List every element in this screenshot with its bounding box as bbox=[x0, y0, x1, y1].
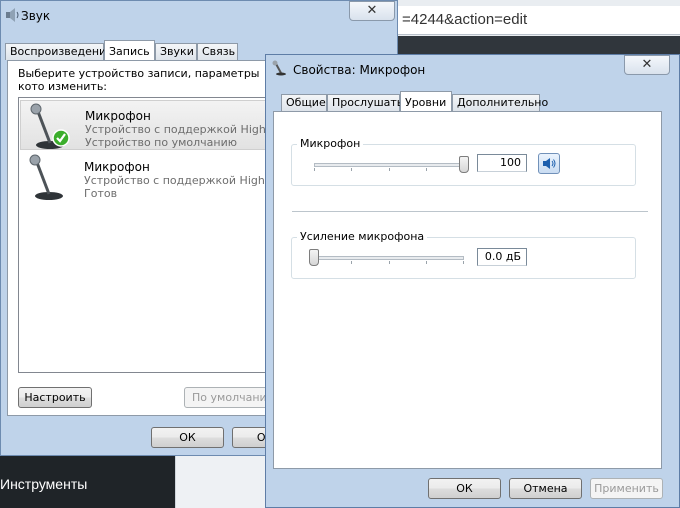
separator bbox=[292, 211, 648, 212]
configure-button[interactable]: Настроить bbox=[18, 387, 92, 408]
close-icon[interactable]: ✕ bbox=[349, 1, 395, 21]
microphone-boost-label: Усиление микрофона bbox=[297, 230, 428, 243]
browser-dark-strip bbox=[398, 36, 680, 56]
device-status: Устройство по умолчанию bbox=[85, 136, 238, 149]
slider-tick bbox=[426, 168, 427, 171]
microphone-properties-window: Свойства: Микрофон ✕ Общие Прослушать Ур… bbox=[265, 54, 680, 508]
microphone-level-label: Микрофон bbox=[297, 137, 364, 150]
sidebar-item-tools[interactable]: Инструменты bbox=[0, 476, 87, 492]
tab-advanced[interactable]: Дополнительно bbox=[452, 94, 548, 111]
speaker-icon bbox=[543, 158, 556, 169]
tab-general[interactable]: Общие bbox=[281, 94, 327, 111]
sound-window-title: Звук bbox=[21, 9, 51, 23]
address-text: =4244&action=edit bbox=[402, 11, 528, 28]
properties-apply-button[interactable]: Применить bbox=[590, 478, 663, 499]
sound-titlebar[interactable]: Звук ✕ bbox=[1, 1, 397, 31]
levels-panel: Микрофон 100 Усиление микрофона 0.0 дБ bbox=[273, 111, 662, 469]
device-name: Микрофон bbox=[84, 160, 150, 174]
properties-ok-button[interactable]: ОК bbox=[428, 478, 501, 499]
tab-communications[interactable]: Связь bbox=[197, 43, 238, 60]
mute-toggle-button[interactable] bbox=[538, 153, 560, 174]
microphone-icon bbox=[30, 103, 70, 149]
microphone-icon bbox=[29, 154, 63, 200]
tab-listen[interactable]: Прослушать bbox=[327, 94, 403, 111]
device-driver: Устройство с поддержкой High Def bbox=[84, 174, 276, 187]
recording-description: Выберите устройство записи, параметры ко… bbox=[18, 67, 260, 93]
tab-playback[interactable]: Воспроизведение bbox=[5, 43, 113, 60]
tab-sounds[interactable]: Звуки bbox=[155, 43, 197, 60]
slider-tick bbox=[351, 261, 352, 264]
microphone-level-value[interactable]: 100 bbox=[477, 154, 527, 172]
recording-device-list[interactable]: Микрофон Устройство с поддержкой High De… bbox=[18, 97, 276, 373]
device-status: Готов bbox=[84, 187, 118, 200]
device-name: Микрофон bbox=[85, 109, 151, 123]
slider-tick bbox=[351, 168, 352, 171]
microphone-boost-slider[interactable] bbox=[309, 249, 319, 266]
address-bar[interactable]: =4244&action=edit bbox=[398, 6, 680, 35]
properties-cancel-button[interactable]: Отмена bbox=[509, 478, 582, 499]
slider-tick bbox=[314, 168, 315, 171]
device-driver: Устройство с поддержкой High Def bbox=[85, 123, 276, 136]
microphone-boost-slider-track bbox=[314, 256, 464, 260]
slider-tick bbox=[463, 261, 464, 264]
slider-tick bbox=[426, 261, 427, 264]
microphone-icon bbox=[272, 60, 286, 76]
microphone-level-slider-track bbox=[314, 163, 464, 167]
close-icon[interactable]: ✕ bbox=[624, 55, 670, 75]
tab-recording[interactable]: Запись bbox=[104, 40, 155, 60]
speaker-icon bbox=[6, 8, 19, 22]
device-item-microphone-default[interactable]: Микрофон Устройство с поддержкой High De… bbox=[20, 100, 276, 150]
microphone-boost-value[interactable]: 0.0 дБ bbox=[477, 248, 527, 266]
properties-titlebar[interactable]: Свойства: Микрофон ✕ bbox=[266, 55, 679, 81]
slider-tick bbox=[389, 261, 390, 264]
sound-ok-button[interactable]: ОК bbox=[151, 427, 224, 448]
properties-window-title: Свойства: Микрофон bbox=[293, 63, 426, 77]
microphone-level-slider[interactable] bbox=[459, 156, 469, 173]
slider-tick bbox=[389, 168, 390, 171]
tab-levels[interactable]: Уровни bbox=[400, 91, 452, 111]
device-item-microphone-2[interactable]: Микрофон Устройство с поддержкой High De… bbox=[20, 152, 276, 202]
